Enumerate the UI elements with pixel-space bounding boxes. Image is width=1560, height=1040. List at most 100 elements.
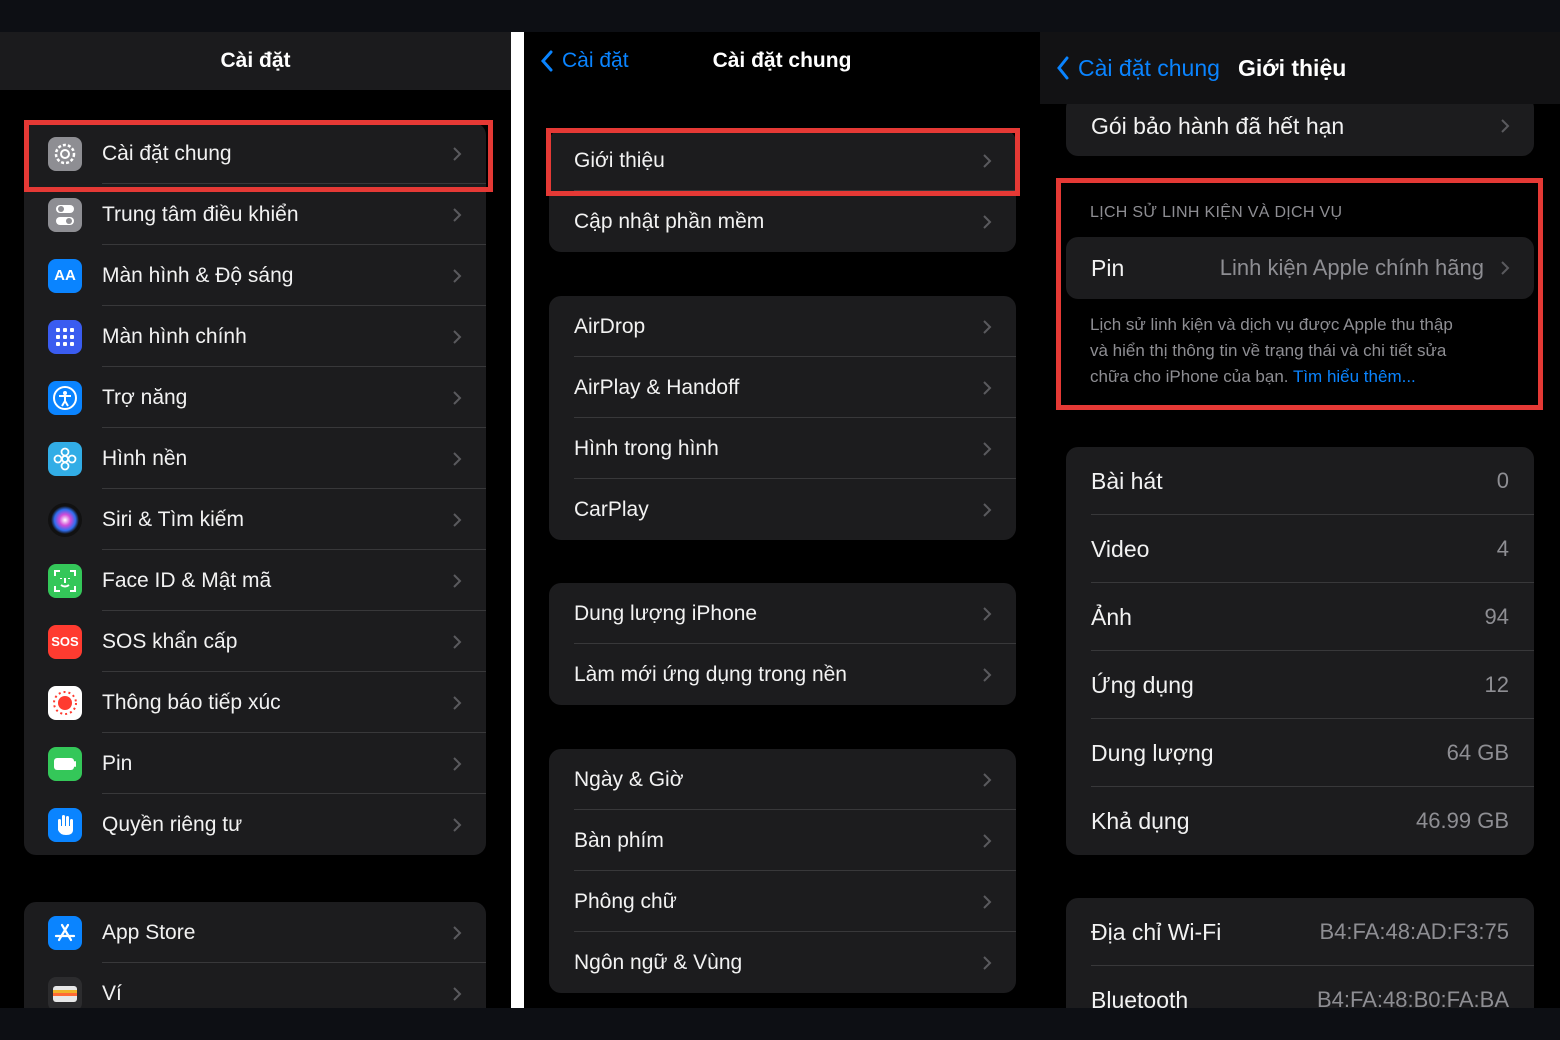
face-id-icon xyxy=(48,563,82,598)
settings-item-label: Cài đặt chung xyxy=(102,141,232,165)
settings-item-privacy[interactable]: Quyền riêng tư xyxy=(24,794,486,855)
text-size-icon: AA xyxy=(48,258,82,293)
settings-item-label: Hình nền xyxy=(102,446,188,470)
settings-item-wallpaper[interactable]: Hình nền xyxy=(24,428,486,489)
general-group-1: Giới thiệu Cập nhật phần mềm xyxy=(549,130,1016,252)
general-navbar: Cài đặt Cài đặt chung xyxy=(524,32,1040,90)
battery-history-value: Linh kiện Apple chính hãng xyxy=(1219,255,1484,280)
general-group-4: Ngày & Giờ Bàn phím Phông chữ Ngôn ngữ &… xyxy=(549,749,1016,993)
stats-group: Bài hát 0 Video 4 Ảnh 94 Ứng dụng 12 Dung lư… xyxy=(1066,447,1534,855)
settings-item-battery[interactable]: Pin xyxy=(24,733,486,794)
siri-icon xyxy=(48,502,82,537)
battery-history-row[interactable]: Pin Linh kiện Apple chính hãng xyxy=(1066,237,1534,299)
about-panel: Gói bảo hành đã hết hạn Cài đặt chung Gi… xyxy=(1040,32,1560,1008)
settings-navbar: Cài đặt xyxy=(0,32,511,90)
settings-item-face-id[interactable]: Face ID & Mật mã xyxy=(24,550,486,611)
settings-item-label: Trợ năng xyxy=(102,385,188,409)
settings-item-sos[interactable]: SOS SOS khẩn cấp xyxy=(24,611,486,672)
chevron-right-icon xyxy=(453,207,462,222)
general-group-2: AirDrop AirPlay & Handoff Hình trong hìn… xyxy=(549,296,1016,540)
panel-divider xyxy=(511,32,524,1008)
general-item-label: Hình trong hình xyxy=(574,436,719,460)
general-item-label: Làm mới ứng dụng trong nền xyxy=(574,662,847,686)
battery-icon xyxy=(48,746,82,781)
stat-label: Khả dụng xyxy=(1091,807,1190,834)
network-row: Bluetooth B4:FA:48:B0:FA:BA xyxy=(1066,966,1534,1009)
settings-item-general[interactable]: Cài đặt chung xyxy=(24,123,486,184)
general-item-fonts[interactable]: Phông chữ xyxy=(549,871,1016,932)
chevron-right-icon xyxy=(453,695,462,710)
general-item-label: CarPlay xyxy=(574,497,649,521)
learn-more-link[interactable]: Tìm hiểu thêm... xyxy=(1293,367,1416,386)
chevron-left-icon xyxy=(1057,56,1069,80)
general-item-label: AirPlay & Handoff xyxy=(574,375,740,399)
general-item-airdrop[interactable]: AirDrop xyxy=(549,296,1016,357)
settings-item-control-center[interactable]: Trung tâm điều khiển xyxy=(24,184,486,245)
settings-group-apps: App Store Ví xyxy=(24,902,486,1008)
general-item-carplay[interactable]: CarPlay xyxy=(549,479,1016,540)
wallet-icon xyxy=(48,976,82,1008)
general-item-language-region[interactable]: Ngôn ngữ & Vùng xyxy=(549,932,1016,993)
chevron-right-icon xyxy=(453,986,462,1001)
back-button[interactable]: Cài đặt chung xyxy=(1056,55,1220,82)
settings-panel: Cài đặt Cài đặt chung Trung tâm điều khi… xyxy=(0,32,511,1008)
chevron-right-icon xyxy=(453,756,462,771)
network-group: Địa chỉ Wi-Fi B4:FA:48:AD:F3:75 Bluetooth… xyxy=(1066,898,1534,1008)
chevron-right-icon xyxy=(983,319,992,334)
network-label: Địa chỉ Wi-Fi xyxy=(1091,918,1222,945)
network-value: B4:FA:48:AD:F3:75 xyxy=(1319,919,1509,944)
chevron-right-icon xyxy=(983,667,992,682)
warranty-group: Gói bảo hành đã hết hạn xyxy=(1066,96,1534,156)
chevron-right-icon xyxy=(453,146,462,161)
stat-row: Dung lượng 64 GB xyxy=(1066,719,1534,787)
general-item-pip[interactable]: Hình trong hình xyxy=(549,418,1016,479)
general-item-label: Ngày & Giờ xyxy=(574,767,684,791)
home-grid-icon xyxy=(48,319,82,354)
stat-value: 0 xyxy=(1496,468,1509,493)
settings-item-label: SOS khẩn cấp xyxy=(102,629,238,653)
general-item-about[interactable]: Giới thiệu xyxy=(549,130,1016,191)
general-item-label: Bàn phím xyxy=(574,828,664,852)
general-item-label: Dung lượng iPhone xyxy=(574,601,758,625)
stat-value: 12 xyxy=(1484,672,1509,697)
settings-item-app-store[interactable]: App Store xyxy=(24,902,486,963)
back-label: Cài đặt xyxy=(562,49,629,72)
warranty-row[interactable]: Gói bảo hành đã hết hạn xyxy=(1066,96,1534,156)
settings-item-exposure[interactable]: Thông báo tiếp xúc xyxy=(24,672,486,733)
stat-label: Ứng dụng xyxy=(1091,671,1194,698)
toggles-icon xyxy=(48,197,82,232)
stat-label: Dung lượng xyxy=(1091,739,1214,766)
general-group-3: Dung lượng iPhone Làm mới ứng dụng trong… xyxy=(549,583,1016,705)
general-item-label: Ngôn ngữ & Vùng xyxy=(574,950,743,974)
stat-value: 4 xyxy=(1496,536,1509,561)
stat-label: Bài hát xyxy=(1091,467,1163,494)
accessibility-icon xyxy=(48,380,82,415)
stat-row: Ứng dụng 12 xyxy=(1066,651,1534,719)
general-item-storage[interactable]: Dung lượng iPhone xyxy=(549,583,1016,644)
chevron-right-icon xyxy=(983,772,992,787)
general-item-background-refresh[interactable]: Làm mới ứng dụng trong nền xyxy=(549,644,1016,705)
settings-item-label: Pin xyxy=(102,751,133,775)
chevron-right-icon xyxy=(983,833,992,848)
settings-title: Cài đặt xyxy=(220,49,291,72)
stat-value: 94 xyxy=(1484,604,1509,629)
settings-item-accessibility[interactable]: Trợ năng xyxy=(24,367,486,428)
settings-item-siri[interactable]: Siri & Tìm kiếm xyxy=(24,489,486,550)
about-navbar: Cài đặt chung Giới thiệu xyxy=(1040,32,1560,104)
settings-item-home-screen[interactable]: Màn hình chính xyxy=(24,306,486,367)
chevron-right-icon xyxy=(1501,119,1510,133)
chevron-right-icon xyxy=(453,451,462,466)
chevron-right-icon xyxy=(983,380,992,395)
chevron-right-icon xyxy=(453,512,462,527)
general-item-airplay[interactable]: AirPlay & Handoff xyxy=(549,357,1016,418)
general-item-date-time[interactable]: Ngày & Giờ xyxy=(549,749,1016,810)
chevron-right-icon xyxy=(983,955,992,970)
chevron-right-icon xyxy=(453,634,462,649)
back-button[interactable]: Cài đặt xyxy=(540,49,629,73)
settings-item-display[interactable]: AA Màn hình & Độ sáng xyxy=(24,245,486,306)
chevron-right-icon xyxy=(983,502,992,517)
chevron-right-icon xyxy=(453,925,462,940)
general-item-software-update[interactable]: Cập nhật phần mềm xyxy=(549,191,1016,252)
settings-item-wallet[interactable]: Ví xyxy=(24,963,486,1008)
general-item-keyboard[interactable]: Bàn phím xyxy=(549,810,1016,871)
